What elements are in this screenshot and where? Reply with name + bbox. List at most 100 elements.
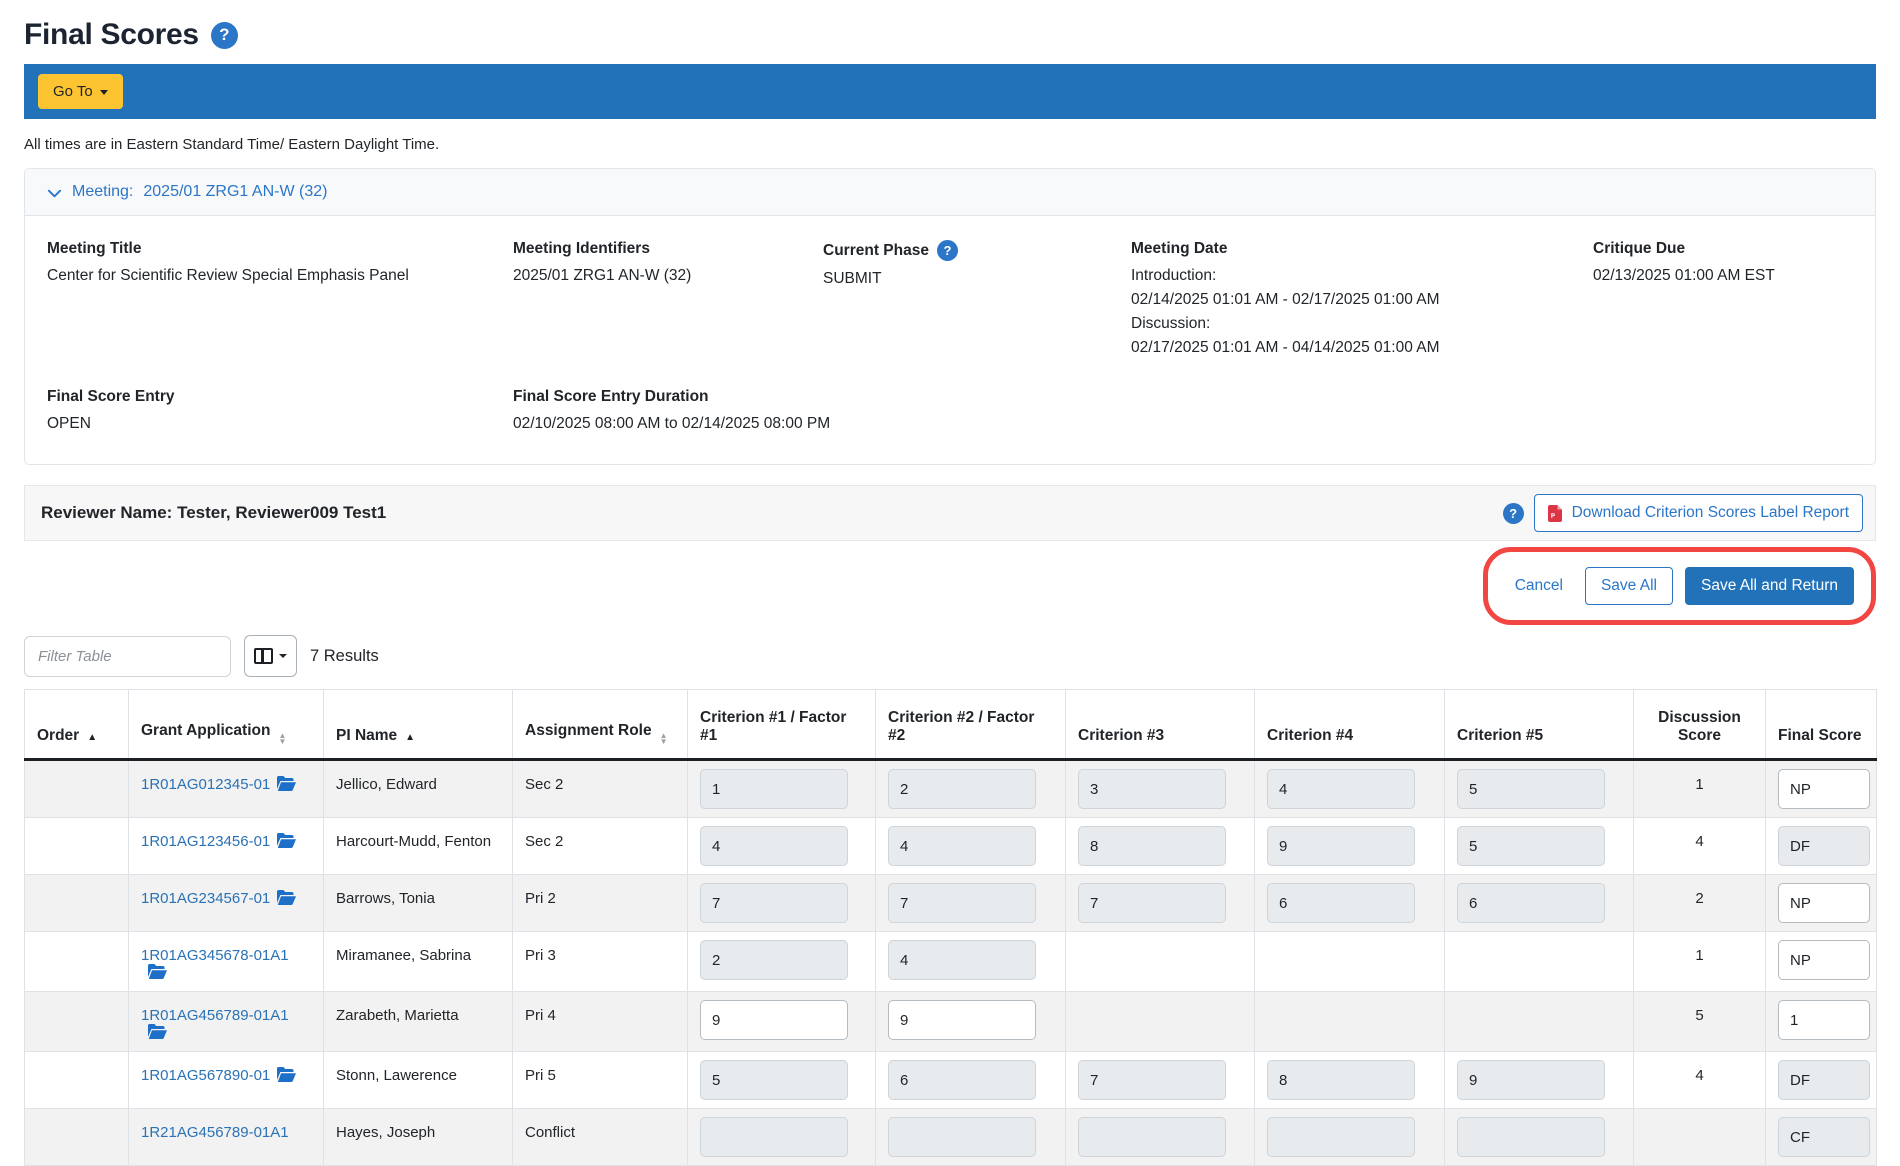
criterion-5-cell [1445, 760, 1634, 818]
grant-application-link[interactable]: 1R01AG345678-01A1 [141, 947, 289, 964]
grant-application-link[interactable]: 1R01AG456789-01A1 [141, 1007, 289, 1024]
column-header-assignment-role[interactable]: Assignment Role▲▼ [513, 690, 688, 760]
caret-down-icon [100, 90, 108, 95]
column-header-criterion-1: Criterion #1 / Factor #1 [688, 690, 876, 760]
open-folder-icon[interactable] [277, 1067, 296, 1086]
introduction-range: 02/14/2025 01:01 AM - 02/17/2025 01:00 A… [1131, 288, 1593, 312]
page: Final Scores ? Go To All times are in Ea… [0, 0, 1900, 1166]
current-phase-field: Current Phase? SUBMIT [823, 240, 1131, 360]
column-header-pi-name[interactable]: PI Name▲ [324, 690, 513, 760]
open-folder-icon[interactable] [277, 890, 296, 909]
table-body: 1R01AG012345-01Jellico, EdwardSec 211R01… [25, 760, 1877, 1166]
filter-table-input[interactable] [24, 636, 231, 677]
final-score-input[interactable] [1778, 940, 1870, 980]
criterion-1-score-input [700, 1117, 848, 1157]
table-row: 1R01AG456789-01A1Zarabeth, MariettaPri 4… [25, 992, 1877, 1052]
order-cell [25, 992, 129, 1052]
criterion-4-cell [1255, 1052, 1445, 1109]
save-all-button[interactable]: Save All [1585, 567, 1673, 605]
column-header-order[interactable]: Order▲ [25, 690, 129, 760]
order-cell [25, 760, 129, 818]
criterion-4-score-input [1267, 1117, 1415, 1157]
criterion-3-score-input [1078, 1060, 1226, 1100]
pi-name-cell: Zarabeth, Marietta [324, 992, 513, 1052]
help-icon[interactable]: ? [211, 22, 238, 49]
discussion-score-cell: 1 [1634, 760, 1766, 818]
grant-application-link[interactable]: 1R01AG234567-01 [141, 890, 270, 907]
actions-row: Cancel Save All Save All and Return [24, 547, 1876, 625]
criterion-2-score-input [888, 826, 1036, 866]
grant-application-cell: 1R21AG456789-01A1 [129, 1109, 324, 1166]
column-header-criterion-3: Criterion #3 [1066, 690, 1255, 760]
final-score-input[interactable] [1778, 769, 1870, 809]
meeting-panel-toggle[interactable]: Meeting: 2025/01 ZRG1 AN-W (32) [25, 169, 1875, 216]
column-header-discussion-score: Discussion Score [1634, 690, 1766, 760]
criterion-1-score-input [700, 769, 848, 809]
final-score-entry-duration-field: Final Score Entry Duration 02/10/2025 08… [513, 388, 1853, 436]
criterion-3-score-input [1078, 769, 1226, 809]
meeting-panel: Meeting: 2025/01 ZRG1 AN-W (32) Meeting … [24, 168, 1876, 465]
criterion-3-cell [1066, 818, 1255, 875]
column-picker-button[interactable] [244, 635, 297, 677]
table-row: 1R01AG345678-01A1Miramanee, SabrinaPri 3… [25, 932, 1877, 992]
pi-name-cell: Hayes, Joseph [324, 1109, 513, 1166]
caret-down-icon [279, 654, 287, 658]
open-folder-icon[interactable] [148, 964, 167, 983]
assignment-role-cell: Pri 2 [513, 875, 688, 932]
criterion-2-cell [876, 760, 1066, 818]
meeting-header-label: Meeting: [72, 183, 133, 201]
final-score-cell [1766, 818, 1877, 875]
table-row: 1R01AG234567-01Barrows, ToniaPri 22 [25, 875, 1877, 932]
grant-application-link[interactable]: 1R21AG456789-01A1 [141, 1124, 289, 1141]
table-header-row: Order▲ Grant Application▲▼ PI Name▲ Assi… [25, 690, 1877, 760]
criterion-1-cell [688, 1052, 876, 1109]
criterion-4-cell [1255, 992, 1445, 1052]
criterion-4-cell [1255, 818, 1445, 875]
final-score-cell [1766, 1109, 1877, 1166]
pi-name-cell: Miramanee, Sabrina [324, 932, 513, 992]
column-header-criterion-4: Criterion #4 [1255, 690, 1445, 760]
criterion-1-score-input[interactable] [700, 1000, 848, 1040]
criterion-4-cell [1255, 932, 1445, 992]
help-icon[interactable]: ? [937, 240, 958, 261]
table-columns-icon [254, 648, 273, 664]
final-score-input[interactable] [1778, 1000, 1870, 1040]
table-row: 1R21AG456789-01A1 Hayes, JosephConflict [25, 1109, 1877, 1166]
timezone-note: All times are in Eastern Standard Time/ … [24, 136, 1876, 153]
meeting-panel-body: Meeting Title Center for Scientific Revi… [25, 216, 1875, 464]
criterion-5-cell [1445, 875, 1634, 932]
go-to-button[interactable]: Go To [38, 74, 123, 109]
download-criterion-scores-button[interactable]: Download Criterion Scores Label Report [1534, 494, 1863, 532]
criterion-5-score-input [1457, 1117, 1605, 1157]
page-title: Final Scores [24, 18, 199, 52]
open-folder-icon[interactable] [277, 833, 296, 852]
assignment-role-cell: Conflict [513, 1109, 688, 1166]
discussion-label: Discussion: [1131, 312, 1593, 336]
criterion-1-score-input [700, 883, 848, 923]
cancel-button[interactable]: Cancel [1505, 568, 1573, 604]
grant-application-link[interactable]: 1R01AG567890-01 [141, 1067, 270, 1084]
help-icon[interactable]: ? [1503, 503, 1524, 524]
criterion-2-cell [876, 932, 1066, 992]
final-score-input[interactable] [1778, 883, 1870, 923]
criterion-3-score-input [1078, 1117, 1226, 1157]
criterion-2-score-input[interactable] [888, 1000, 1036, 1040]
open-folder-icon[interactable] [148, 1024, 167, 1043]
criterion-3-cell [1066, 992, 1255, 1052]
grant-application-link[interactable]: 1R01AG012345-01 [141, 776, 270, 793]
criterion-3-cell [1066, 932, 1255, 992]
reviewer-name: Reviewer Name: Tester, Reviewer009 Test1 [41, 503, 386, 523]
criterion-5-cell [1445, 932, 1634, 992]
save-all-and-return-button[interactable]: Save All and Return [1685, 567, 1854, 605]
final-score-cell [1766, 1052, 1877, 1109]
grant-application-link[interactable]: 1R01AG123456-01 [141, 833, 270, 850]
criterion-5-score-input [1457, 769, 1605, 809]
page-header: Final Scores ? [24, 18, 1876, 52]
column-header-grant-application[interactable]: Grant Application▲▼ [129, 690, 324, 760]
meeting-title-field: Meeting Title Center for Scientific Revi… [47, 240, 513, 360]
reviewer-bar: Reviewer Name: Tester, Reviewer009 Test1… [24, 485, 1876, 541]
table-row: 1R01AG012345-01Jellico, EdwardSec 21 [25, 760, 1877, 818]
criterion-3-cell [1066, 760, 1255, 818]
criterion-2-cell [876, 875, 1066, 932]
open-folder-icon[interactable] [277, 776, 296, 795]
